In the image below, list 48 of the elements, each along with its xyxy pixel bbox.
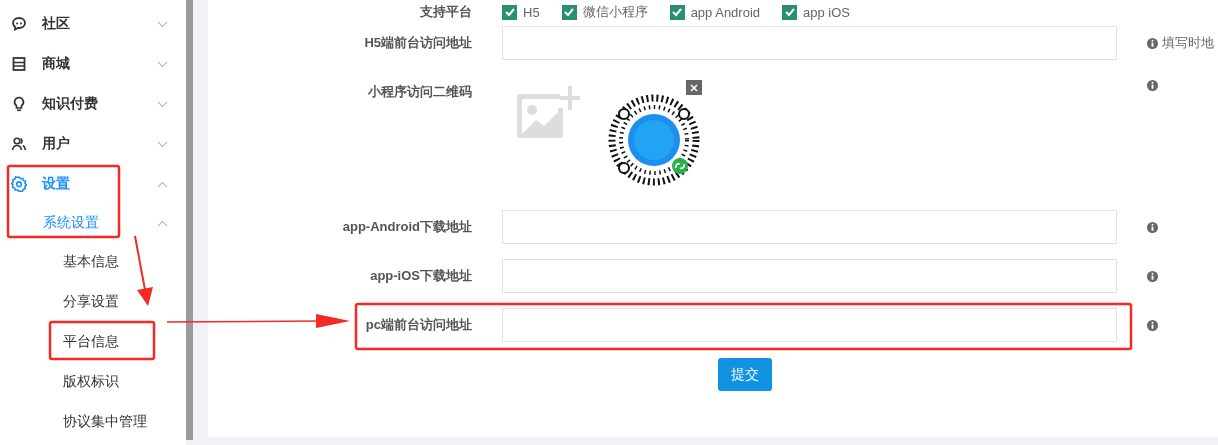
field-label: app-iOS下载地址 — [370, 267, 472, 285]
users-icon — [11, 136, 27, 152]
chevron-icon — [157, 20, 168, 28]
chevron-icon — [157, 219, 168, 227]
field-label: 小程序访问二维码 — [368, 83, 472, 101]
checkbox-label: app Android — [690, 4, 761, 20]
sidebar-subitem[interactable]: 版权标识 — [0, 362, 186, 402]
checkbox-label: app iOS — [803, 4, 850, 20]
checkbox[interactable] — [669, 4, 685, 20]
checkbox[interactable] — [782, 4, 798, 20]
sidebar-item[interactable]: 商城 — [0, 44, 186, 84]
sidebar-subitem[interactable]: 平台信息 — [0, 322, 186, 362]
field-label: app-Android下载地址 — [342, 218, 472, 236]
checkbox-label: H5 — [523, 4, 540, 20]
chevron-icon — [157, 100, 168, 108]
scrollbar[interactable] — [186, 0, 193, 440]
sidebar-subitem[interactable]: 分享设置 — [0, 282, 186, 322]
sidebar-item[interactable]: 社区 — [0, 4, 186, 44]
input-field[interactable] — [502, 26, 1117, 60]
annotation-arrow — [134, 235, 153, 306]
checkbox[interactable] — [561, 4, 577, 20]
sidebar-item[interactable]: 用户 — [0, 124, 186, 164]
info-icon — [1147, 270, 1158, 282]
field-label: 支持平台 — [420, 3, 472, 21]
sidebar-item[interactable]: 知识付费 — [0, 84, 186, 124]
chevron-icon — [157, 140, 168, 148]
info-icon — [1147, 319, 1158, 331]
store-icon — [11, 56, 27, 72]
settings-icon — [11, 176, 27, 192]
field-label: pc端前台访问地址 — [365, 316, 472, 334]
input-field[interactable] — [502, 210, 1117, 244]
info-icon — [1147, 221, 1158, 233]
input-field[interactable] — [502, 259, 1117, 293]
hint-text: 填写时地 — [1162, 34, 1214, 52]
field-label: H5端前台访问地址 — [364, 34, 472, 52]
sidebar-subitem[interactable]: 基本信息 — [0, 242, 186, 282]
info-icon — [1147, 37, 1158, 49]
info-icon — [1147, 80, 1158, 91]
close-icon — [690, 83, 698, 92]
chat-icon — [11, 16, 27, 32]
chevron-icon — [157, 60, 168, 68]
chevron-icon — [157, 180, 168, 188]
checkbox[interactable] — [502, 4, 517, 20]
sidebar-subitem[interactable]: 协议集中管理 — [0, 402, 186, 442]
lightbulb-icon — [11, 96, 27, 112]
input-field[interactable] — [502, 308, 1117, 342]
checkbox-label: 微信小程序 — [582, 3, 648, 21]
close-button[interactable] — [686, 80, 702, 95]
